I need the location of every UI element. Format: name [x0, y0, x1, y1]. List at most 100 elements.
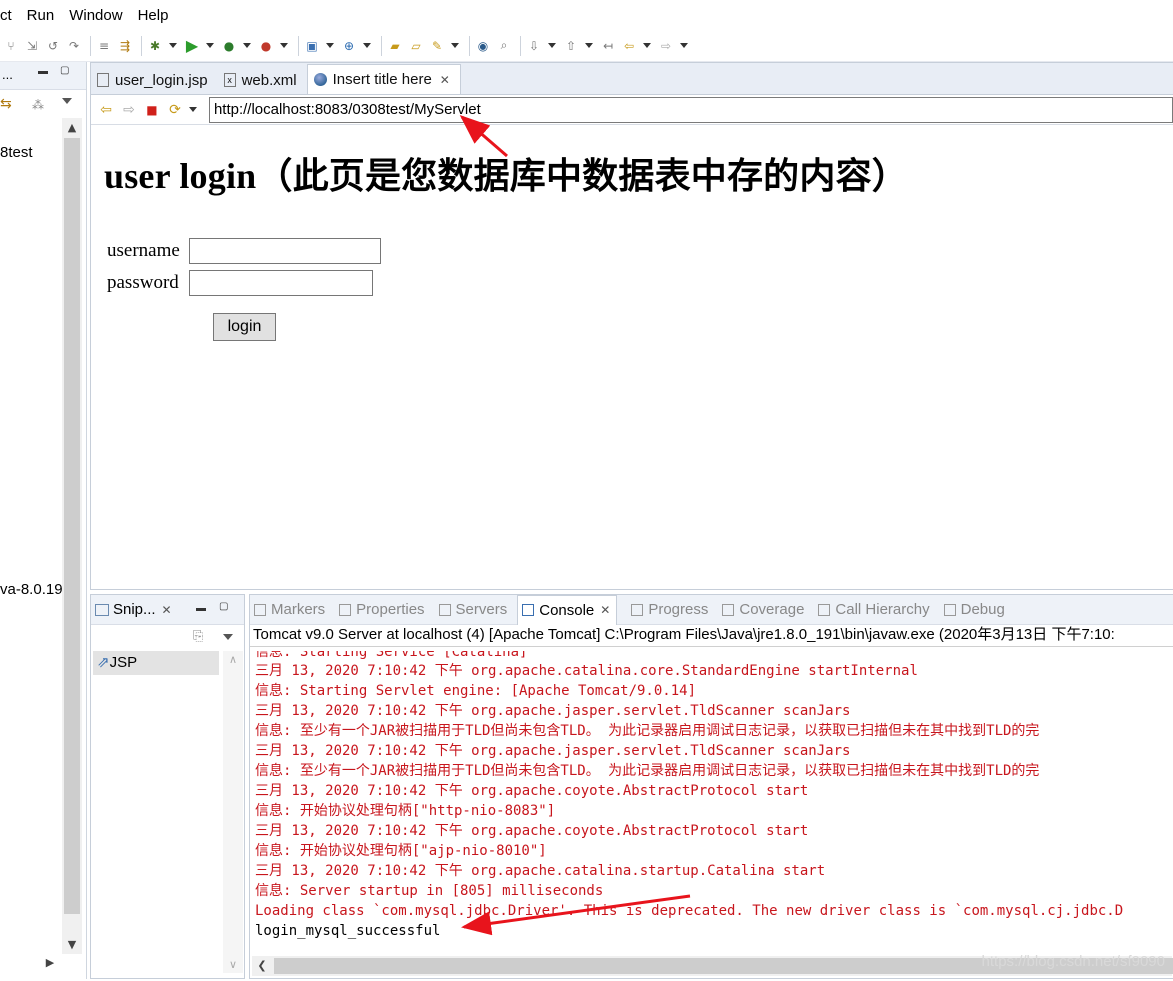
scroll-thumb[interactable] — [64, 138, 80, 914]
run-icon[interactable]: ▶ — [183, 36, 201, 55]
page-heading: user login（此页是您数据库中数据表中存的内容） — [104, 156, 908, 196]
menu-bar: ct Run Window Help — [0, 0, 1173, 30]
chevron-down-icon[interactable] — [451, 43, 459, 48]
toggle-breakpoint-icon[interactable]: ⑂ — [2, 37, 20, 55]
tab-coverage[interactable]: Coverage — [718, 601, 804, 618]
tab-web-xml[interactable]: x web.xml — [218, 66, 307, 94]
new-class-icon[interactable]: ⊕ — [340, 37, 358, 55]
tab-call-hierarchy[interactable]: Call Hierarchy — [814, 601, 930, 618]
project-item[interactable]: 8test — [0, 144, 33, 161]
tab-label: Properties — [356, 601, 425, 618]
maximize-icon[interactable]: ▢ — [60, 65, 69, 76]
login-form: username password login — [107, 235, 381, 341]
tab-insert-title-here[interactable]: Insert title here ✕ — [306, 64, 461, 94]
open-file-icon[interactable]: ▱ — [407, 37, 425, 55]
close-icon[interactable]: ✕ — [600, 603, 610, 617]
chevron-down-icon[interactable]: ∨ — [223, 958, 243, 971]
collapse-icon[interactable]: ⁂ — [32, 98, 44, 112]
password-field[interactable] — [189, 270, 373, 296]
chevron-down-icon[interactable] — [280, 43, 288, 48]
debug-icon[interactable]: ✱ — [146, 37, 164, 55]
xml-file-icon: x — [223, 73, 236, 87]
console-line: 三月 13, 2020 7:10:42 下午 org.apache.coyote… — [255, 823, 809, 839]
console-line: 三月 13, 2020 7:10:42 下午 org.apache.catali… — [255, 663, 918, 679]
chevron-down-icon[interactable] — [680, 43, 688, 48]
forward-icon[interactable]: ⇨ — [120, 101, 138, 119]
minimize-icon[interactable]: ▬ — [196, 603, 206, 614]
chevron-down-icon[interactable] — [243, 43, 251, 48]
url-field[interactable]: http://localhost:8083/0308test/MyServlet — [208, 96, 1173, 123]
tab-servers[interactable]: Servers — [435, 601, 507, 618]
close-icon[interactable]: ✕ — [162, 603, 172, 617]
menu-item-project[interactable]: ct — [0, 7, 12, 24]
skip-breakpoints-icon[interactable]: ⇲ — [23, 37, 41, 55]
console-output[interactable]: 信息: Starting Service [Catalina] 三月 13, 2… — [250, 651, 1173, 951]
tab-properties[interactable]: Properties — [335, 601, 425, 618]
prev-annotation-icon[interactable]: ⇧ — [562, 37, 580, 55]
menu-item-run[interactable]: Run — [27, 7, 55, 24]
tab-console[interactable]: Console ✕ — [517, 594, 618, 625]
run-coverage-icon[interactable]: ● — [220, 37, 238, 55]
tab-progress[interactable]: Progress — [627, 601, 708, 618]
stop-icon[interactable]: ■ — [143, 101, 161, 119]
chevron-down-icon[interactable] — [585, 43, 593, 48]
tab-markers[interactable]: Markers — [250, 601, 325, 618]
chevron-down-icon[interactable] — [326, 43, 334, 48]
external-tools-icon[interactable]: ● — [257, 37, 275, 55]
tab-label: Progress — [648, 601, 709, 618]
chevron-down-icon[interactable] — [169, 43, 177, 48]
brush-icon[interactable]: ✎ — [428, 37, 446, 55]
step-icon[interactable]: ↺ — [44, 37, 62, 55]
chevron-up-icon[interactable]: ▲ — [62, 121, 82, 134]
chevron-down-icon[interactable] — [206, 43, 214, 48]
console-line: 信息: Server startup in [805] milliseconds — [255, 883, 604, 899]
view-menu-icon[interactable] — [62, 98, 72, 104]
menu-item-help[interactable]: Help — [138, 7, 169, 24]
chevron-down-icon[interactable] — [548, 43, 556, 48]
snippets-tab-label[interactable]: Snip... — [113, 601, 156, 618]
chevron-right-icon[interactable]: ▶ — [40, 956, 60, 969]
chevron-down-icon[interactable] — [643, 43, 651, 48]
customize-icon[interactable]: ⎘ — [193, 629, 203, 644]
tab-debug[interactable]: Debug — [940, 601, 1005, 618]
editor-tabs: user_login.jsp x web.xml Insert title he… — [91, 63, 1173, 95]
open-type-icon[interactable]: ⇶ — [116, 37, 134, 55]
login-button[interactable]: login — [213, 313, 276, 341]
chevron-down-icon[interactable]: ▼ — [62, 938, 82, 951]
close-icon[interactable]: ✕ — [440, 73, 450, 87]
minimize-icon[interactable]: ▬ — [38, 66, 48, 77]
package-explorer-scrollbar[interactable]: ▲ ▼ — [62, 118, 82, 954]
new-wizard-icon[interactable]: ▣ — [303, 37, 321, 55]
view-menu-icon[interactable] — [223, 634, 233, 640]
chevron-up-icon[interactable]: ∧ — [223, 653, 243, 666]
menu-item-window[interactable]: Window — [69, 7, 122, 24]
web-browser-icon[interactable]: ◉ — [474, 37, 492, 55]
search-icon[interactable]: ⌕ — [495, 37, 513, 55]
refresh-icon[interactable]: ⟳ — [166, 101, 184, 119]
package-explorer: ... ▬ ▢ ⇆ ⁂ 8test va-8.0.19 ▲ ▼ ▶ — [0, 62, 87, 979]
format-icon[interactable]: ≡ — [95, 37, 113, 55]
debug-icon — [943, 603, 956, 616]
tab-user-login-jsp[interactable]: user_login.jsp — [91, 66, 218, 94]
open-folder-icon[interactable]: ▰ — [386, 37, 404, 55]
snippet-drawer-jsp[interactable]: ⇗JSP — [93, 651, 219, 675]
link-editor-icon[interactable]: ⇆ — [0, 96, 12, 112]
next-annotation-icon[interactable]: ⇩ — [525, 37, 543, 55]
chevron-down-icon[interactable] — [363, 43, 371, 48]
properties-icon — [339, 603, 352, 616]
snippets-scrollbar[interactable]: ∧ ∨ — [223, 651, 243, 973]
maximize-icon[interactable]: ▢ — [219, 601, 228, 612]
step-return-icon[interactable]: ↷ — [65, 37, 83, 55]
chevron-down-icon[interactable] — [188, 107, 197, 112]
back-icon[interactable]: ⇦ — [620, 37, 638, 55]
tab-label: Markers — [271, 601, 326, 618]
tab-label: Coverage — [739, 601, 805, 618]
back-icon[interactable]: ⇦ — [97, 101, 115, 119]
last-edit-icon[interactable]: ↤ — [599, 37, 617, 55]
username-field[interactable] — [189, 238, 381, 264]
chevron-left-icon[interactable]: ❮ — [252, 959, 272, 972]
console-line: 信息: Starting Servlet engine: [Apache Tom… — [255, 683, 697, 699]
tab-label: Console — [539, 601, 595, 619]
jar-item[interactable]: va-8.0.19 — [0, 581, 63, 598]
forward-icon[interactable]: ⇨ — [657, 37, 675, 55]
